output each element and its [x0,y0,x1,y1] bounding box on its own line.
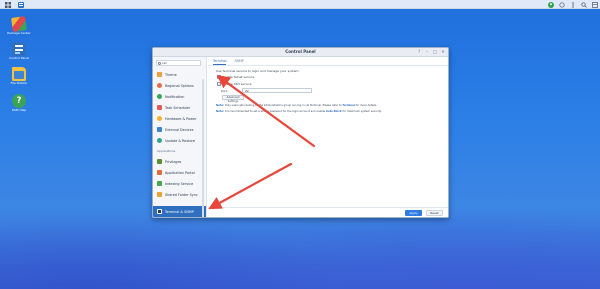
telnet-checkbox[interactable] [217,75,221,79]
sidebar-item-label: Shared Folder Sync [165,192,198,197]
desktop-icon-label: Control Panel [9,56,29,60]
sidebar-item-label: Update & Restore [165,138,195,143]
options-icon[interactable] [570,1,576,8]
help-icon: ? [12,94,26,108]
sidebar-item-shared-folder-sync[interactable]: Shared Folder Sync [153,189,206,200]
control-panel-icon [17,1,24,8]
package-center-icon [11,16,27,32]
desktop-icon-help[interactable]: ? DSM Help [4,94,34,113]
terminal-icon [157,209,162,214]
note-terminal: Note: Only users who belong to the admin… [216,104,377,107]
search-input[interactable]: ssh [156,60,201,66]
sidebar-item-label: Application Portal [165,170,195,175]
window-controls: ? – □ ✕ [417,50,445,54]
search-icon[interactable] [581,1,587,8]
sidebar-item-label: Theme [165,72,177,77]
close-button[interactable]: ✕ [441,50,445,54]
note-prefix: Note: [216,110,224,113]
system-tray [548,1,598,8]
note-suffix: for maximum system security. [342,110,382,113]
usb-icon [157,127,162,132]
sidebar-item-label: Hardware & Power [165,116,197,121]
desktop-icon-label: DSM Help [11,108,27,112]
sidebar-item-privileges[interactable]: Privileges [153,156,206,167]
control-panel-window: Control Panel ? – □ ✕ ssh Theme Regional… [152,47,449,218]
advanced-settings-button[interactable]: Advanced Settings [222,95,244,103]
sidebar-item-label: External Devices [165,127,194,132]
main-menu-icon [4,1,11,8]
calendar-icon [157,105,162,110]
notification-icon [157,94,162,99]
sidebar-item-theme[interactable]: Theme [153,69,206,80]
file-station-icon [12,67,26,81]
sidebar-item-notification[interactable]: Notification [153,91,206,102]
sidebar-item-task-scheduler[interactable]: Task Scheduler [153,102,206,113]
help-button[interactable]: ? [417,50,421,54]
port-input[interactable]: 22 [241,88,312,93]
note-text: It is recommended to set a strong passwo… [224,110,326,113]
sidebar-item-external-devices[interactable]: External Devices [153,124,206,135]
ssh-checkbox[interactable]: ✓ [217,82,221,86]
tab-divider [208,65,448,66]
desktop-icon-control-panel[interactable]: Control Panel [4,42,34,61]
sidebar-item-terminal-snmp[interactable]: Terminal & SNMP [153,206,206,217]
lightbulb-icon [157,116,162,121]
note-prefix: Note: [216,104,224,107]
ssh-label: Enable SSH service [222,82,252,86]
telnet-label: Enable Telnet service [222,75,255,79]
maximize-button[interactable]: □ [433,50,437,54]
search-value: ssh [162,61,168,65]
sidebar: ssh Theme Regional Options Notification … [153,57,207,217]
terminal-help-link[interactable]: Terminal [342,104,355,107]
port-label: Port: [221,88,228,93]
note-suffix: for more details. [355,104,378,107]
reset-button[interactable]: Reset [426,210,443,216]
sidebar-item-label: Task Scheduler [165,105,191,110]
user-icon[interactable] [548,1,554,8]
sidebar-item-label: Notification [165,94,185,99]
port-row: Port: 22 [221,88,312,93]
desktop-icon-label: File Station [10,81,28,85]
main-content: Terminal SNMP Use Terminal service to lo… [208,57,448,217]
sidebar-item-label: Privileges [165,159,182,164]
widgets-icon[interactable] [592,1,598,8]
desktop-icon-file-station[interactable]: File Station [4,67,34,86]
taskbar-control-panel[interactable] [15,1,26,8]
search-icon [158,62,161,65]
sidebar-item-regional-options[interactable]: Regional Options [153,80,206,91]
indexing-icon [157,181,162,186]
note-text: Only users who belong to the administrat… [224,104,342,107]
sidebar-item-hardware-power[interactable]: Hardware & Power [153,113,206,124]
portal-icon [157,170,162,175]
note-security: Note: It is recommended to set a strong … [216,110,382,113]
sidebar-item-application-portal[interactable]: Application Portal [153,167,206,178]
main-menu-button[interactable] [2,1,13,8]
notification-icon[interactable] [559,1,565,8]
sidebar-section-applications: Applications [157,149,176,153]
clock-icon [157,83,162,88]
window-footer: Apply Reset [208,207,448,217]
control-panel-icon [12,42,26,56]
sidebar-item-label: Regional Options [165,83,194,88]
sidebar-item-label: Indexing Service [165,181,194,186]
desktop-icon-label: Package Center [7,31,31,35]
terminal-description: Use Terminal service to login and manage… [216,69,300,73]
refresh-icon [157,138,162,143]
minimize-button[interactable]: – [425,50,429,54]
auto-block-link[interactable]: Auto Block [326,110,342,113]
window-titlebar[interactable]: Control Panel ? – □ ✕ [153,48,448,57]
sidebar-item-label: Terminal & SNMP [165,209,194,214]
theme-icon [157,72,162,77]
folder-sync-icon [157,192,162,197]
sidebar-item-indexing-service[interactable]: Indexing Service [153,178,206,189]
sidebar-item-update-restore[interactable]: Update & Restore [153,135,206,146]
privileges-icon [157,159,162,164]
sidebar-scrollbar[interactable] [202,79,204,217]
taskbar [0,0,600,9]
apply-button[interactable]: Apply [405,210,422,216]
window-title: Control Panel [285,49,316,54]
telnet-checkbox-row[interactable]: Enable Telnet service [217,75,254,79]
ssh-checkbox-row[interactable]: ✓ Enable SSH service [217,82,251,86]
desktop-icon-package-center[interactable]: Package Center [4,16,34,36]
